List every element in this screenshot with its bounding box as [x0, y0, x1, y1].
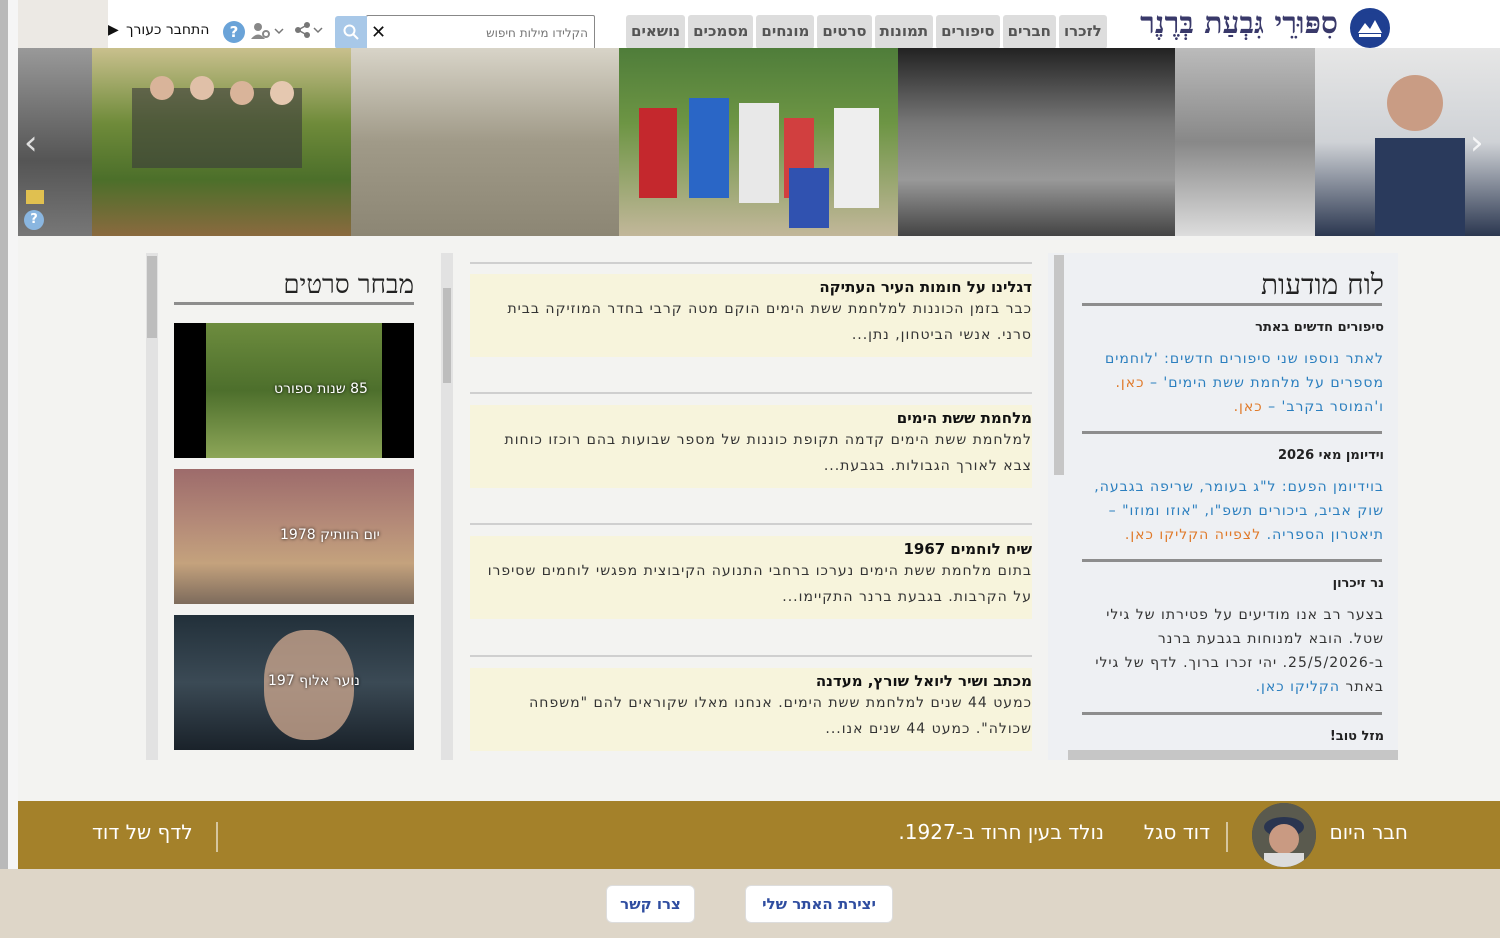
board-divider: [1082, 559, 1382, 562]
stories-scrollbar-thumb[interactable]: [443, 288, 451, 383]
search-icon: [343, 24, 359, 40]
story-title[interactable]: שיח לוחמים 1967: [484, 540, 1032, 558]
nav-item-documents[interactable]: מסמכים: [688, 15, 754, 49]
story-excerpt: בתום מלחמת ששת הימים נערכו ברחבי התנועה …: [487, 563, 1032, 605]
film-thumbnail[interactable]: 85 שנות ספורט: [174, 323, 414, 458]
story-excerpt: כמעט 44 שנים למלחמת ששת הימים. אנחנו מאל…: [529, 695, 1032, 737]
main-nav: לזכרו חברים סיפורים תמונות סרטים מונחים …: [626, 15, 1107, 49]
board-horizontal-scrollbar[interactable]: [1068, 750, 1398, 760]
window-edge-inner: [8, 0, 18, 870]
photo-carousel: ‹ › ?: [18, 48, 1500, 236]
carousel-next-icon[interactable]: ›: [1470, 123, 1484, 163]
story-excerpt: כבר בזמן הכוננות למלחמת ששת הימים הוקם מ…: [507, 301, 1032, 343]
story-title[interactable]: מכתב ושיר ליואל שורץ, מעדנה: [484, 672, 1032, 690]
search-input[interactable]: [388, 16, 588, 49]
share-icon[interactable]: [295, 22, 323, 42]
board-section-text: לאתר נוספו שני סיפורים חדשים: 'לוחמים מס…: [1076, 347, 1384, 419]
nav-item-members[interactable]: חברים: [1002, 15, 1056, 49]
films-scrollbar-thumb[interactable]: [147, 256, 157, 338]
board-section-new-stories: סיפורים חדשים באתר לאתר נוספו שני סיפורי…: [1076, 320, 1384, 419]
board-section-congrats: מזל טוב!: [1076, 729, 1384, 744]
user-settings-icon[interactable]: [251, 22, 285, 44]
nav-item-topics[interactable]: נושאים: [626, 15, 686, 49]
film-thumbnail[interactable]: יום הוותיק 1978: [174, 469, 414, 604]
create-site-button[interactable]: יצירת האתר שלי: [745, 885, 893, 923]
nav-item-terms[interactable]: מונחים: [756, 15, 815, 49]
member-info: נולד בעין חרוד ב-1927.: [898, 820, 1104, 844]
story-divider: [470, 392, 1032, 394]
board-scrollbar[interactable]: [1054, 255, 1064, 475]
search-button[interactable]: [335, 16, 367, 49]
film-label: יום הוותיק 1978: [280, 527, 380, 543]
board-link-watch[interactable]: לצפייה הקליקו כאן.: [1125, 527, 1261, 543]
board-link-here[interactable]: כאן.: [1115, 375, 1144, 391]
board-section-heading: מזל טוב!: [1329, 729, 1384, 744]
board-section-heading: נר זיכרון: [1332, 576, 1384, 591]
board-link-page[interactable]: הקליקו כאן.: [1256, 679, 1340, 695]
board-text: לאתר נוספו שני סיפורים חדשים: 'לוחמים מס…: [1104, 351, 1384, 391]
help-icon[interactable]: ?: [223, 21, 245, 43]
carousel-photo-4[interactable]: [619, 48, 898, 236]
film-label: 85 שנות ספורט: [274, 381, 368, 397]
bar-separator: [216, 822, 218, 852]
carousel-help-icon[interactable]: ?: [24, 210, 44, 230]
board-section-videoman: וידיומן מאי 2026 בוידיומן הפעם: ל"ג בעומ…: [1076, 448, 1384, 547]
board-section-heading: וידיומן מאי 2026: [1277, 448, 1384, 463]
login-editor-link[interactable]: התחבר כעורך: [108, 22, 209, 38]
play-arrow-icon: ▶: [108, 22, 119, 38]
nav-item-stories[interactable]: סיפורים: [936, 15, 1000, 49]
nav-item-films[interactable]: סרטים: [817, 15, 872, 49]
carousel-photo-3[interactable]: [351, 48, 619, 236]
films-divider: [174, 302, 414, 305]
film-label: נוער אלוף 197: [268, 673, 360, 689]
login-label: התחבר כעורך: [126, 22, 210, 38]
search-box: ✕: [366, 15, 595, 50]
avatar[interactable]: [1252, 803, 1316, 867]
board-divider: [1082, 431, 1382, 434]
story-divider: [470, 655, 1032, 657]
window-edge: [0, 0, 8, 870]
bar-separator: [1226, 822, 1228, 852]
board-section-memorial: נר זיכרון בצער רב אנו מודיעים על פטירתו …: [1076, 576, 1384, 699]
board-section-text: בצער רב אנו מודיעים על פטירתו של גילי שט…: [1076, 603, 1384, 699]
board-section-heading: סיפורים חדשים באתר: [1255, 320, 1384, 335]
story-card[interactable]: מכתב ושיר ליואל שורץ, מעדנה כמעט 44 שנים…: [470, 668, 1032, 751]
board-divider: [1082, 712, 1382, 715]
logo-icon[interactable]: [1350, 8, 1390, 48]
clear-icon[interactable]: ✕: [371, 22, 386, 43]
contact-button[interactable]: צרו קשר: [606, 885, 695, 923]
member-name[interactable]: דוד סגל: [1144, 820, 1210, 844]
carousel-photo-5[interactable]: [898, 48, 1175, 236]
board-text: בצער רב אנו מודיעים על פטירתו של גילי שט…: [1095, 607, 1384, 695]
member-of-day-heading: חבר היום: [1329, 820, 1408, 844]
story-card[interactable]: שיח לוחמים 1967 בתום מלחמת ששת הימים נער…: [470, 536, 1032, 619]
board-text: ו'המוסר בקרב' –: [1268, 399, 1384, 415]
story-title[interactable]: מלחמת ששת הימים: [484, 409, 1032, 427]
board-title: לוח מודעות: [1260, 268, 1384, 301]
film-thumbnail[interactable]: נוער אלוף 197: [174, 615, 414, 750]
films-title: מבחר סרטים: [283, 270, 414, 300]
story-excerpt: למלחמת ששת הימים קדמה תקופת כוננות של מס…: [504, 432, 1032, 474]
carousel-prev-icon[interactable]: ‹: [24, 123, 38, 163]
carousel-photo-2[interactable]: [92, 48, 351, 236]
board-divider: [1082, 303, 1382, 306]
nav-item-photos[interactable]: תמונות: [874, 15, 934, 49]
story-divider: [470, 262, 1032, 264]
story-card[interactable]: מלחמת ששת הימים למלחמת ששת הימים קדמה תק…: [470, 405, 1032, 488]
grid-view-icon[interactable]: [26, 190, 44, 204]
member-page-link[interactable]: לדף של דוד: [92, 820, 193, 844]
site-title[interactable]: סִפּוּרֵי גִּבְעַת בְּרֶנֶר: [1140, 6, 1338, 41]
carousel-photo-6[interactable]: [1175, 48, 1315, 236]
nav-item-memorial[interactable]: לזכרו: [1058, 15, 1107, 49]
board-section-text: בוידיומן הפעם: ל"ג בעומר, שריפה בגבעה, ש…: [1076, 475, 1384, 547]
story-divider: [470, 523, 1032, 525]
story-title[interactable]: דגלינו על חומות העיר העתיקה: [484, 278, 1032, 296]
board-link-here[interactable]: כאן.: [1234, 399, 1263, 415]
story-card[interactable]: דגלינו על חומות העיר העתיקה כבר בזמן הכו…: [470, 274, 1032, 357]
